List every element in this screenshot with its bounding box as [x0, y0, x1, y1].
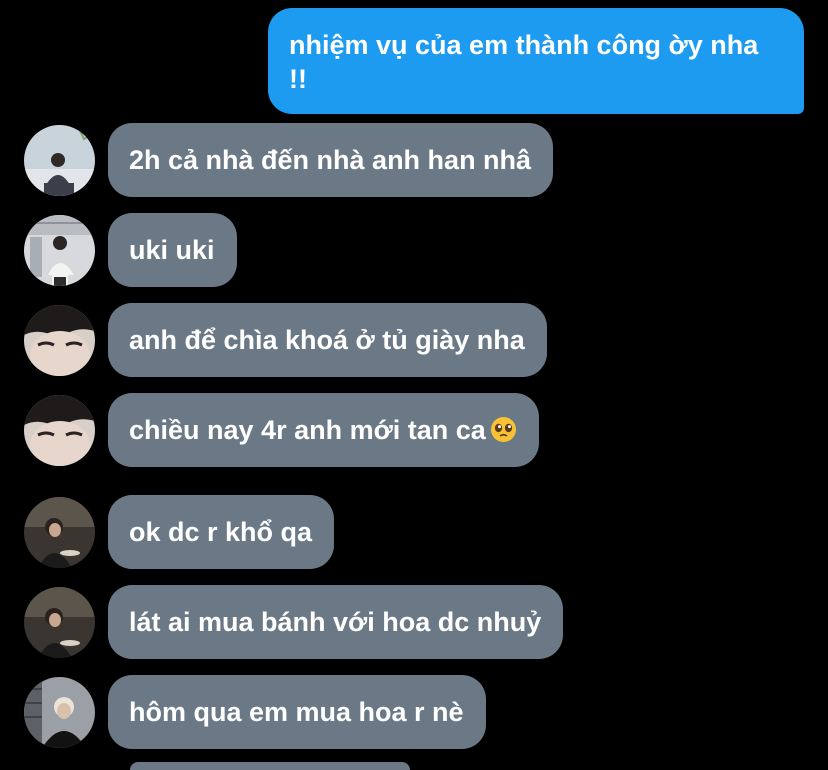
avatar-image [24, 497, 95, 568]
chat-thread: nhiệm vụ của em thành công ờy nha !! 2h … [0, 0, 828, 770]
incoming-message-bubble[interactable]: ok dc r khổ qa [108, 495, 335, 569]
outgoing-message-bubble[interactable]: nhiệm vụ của em thành công ờy nha !! [268, 8, 804, 114]
message-row: lát ai mua bánh với hoa dc nhuỷ [0, 585, 828, 661]
incoming-message-text: ok dc r khổ qa [129, 517, 313, 547]
incoming-message-bubble[interactable]: 2h cả nhà đến nhà anh han nhâ [108, 123, 554, 197]
avatar[interactable] [24, 215, 95, 286]
message-row: chiều nay 4r anh mới tan ca [0, 393, 828, 469]
avatar[interactable] [24, 677, 95, 748]
incoming-message-bubble[interactable]: anh để chìa khoá ở tủ giày nha [108, 303, 547, 377]
avatar-image [24, 215, 95, 286]
avatar-image [24, 125, 95, 196]
avatar-image [24, 395, 95, 466]
incoming-message-text: chiều nay 4r anh mới tan ca [129, 415, 486, 445]
avatar[interactable] [24, 587, 95, 658]
incoming-message-text: uki uki [129, 235, 215, 265]
incoming-message-bubble[interactable]: lát ai mua bánh với hoa dc nhuỷ [108, 585, 564, 659]
outgoing-message-text: nhiệm vụ của em thành công ờy nha !! [289, 30, 759, 94]
message-row: ok dc r khổ qa [0, 495, 828, 571]
avatar[interactable] [24, 497, 95, 568]
avatar[interactable] [24, 125, 95, 196]
incoming-message-bubble[interactable]: chiều nay 4r anh mới tan ca [108, 393, 539, 467]
incoming-message-text: hôm qua em mua hoa r nè [129, 697, 464, 727]
avatar-image [24, 677, 95, 748]
next-message-bubble-partial [130, 762, 410, 770]
avatar-image [24, 305, 95, 376]
incoming-message-text: anh để chìa khoá ở tủ giày nha [129, 325, 525, 355]
avatar-image [24, 587, 95, 658]
message-row: anh để chìa khoá ở tủ giày nha [0, 303, 828, 379]
incoming-message-bubble[interactable]: hôm qua em mua hoa r nè [108, 675, 486, 749]
message-row: uki uki [0, 213, 828, 289]
message-row: hôm qua em mua hoa r nè [0, 675, 828, 751]
incoming-message-bubble[interactable]: uki uki [108, 213, 237, 287]
pleading-face-emoji [490, 397, 517, 442]
incoming-message-text: lát ai mua bánh với hoa dc nhuỷ [129, 607, 542, 637]
avatar[interactable] [24, 305, 95, 376]
incoming-message-text: 2h cả nhà đến nhà anh han nhâ [129, 145, 532, 175]
message-row: 2h cả nhà đến nhà anh han nhâ [0, 123, 828, 199]
avatar[interactable] [24, 395, 95, 466]
